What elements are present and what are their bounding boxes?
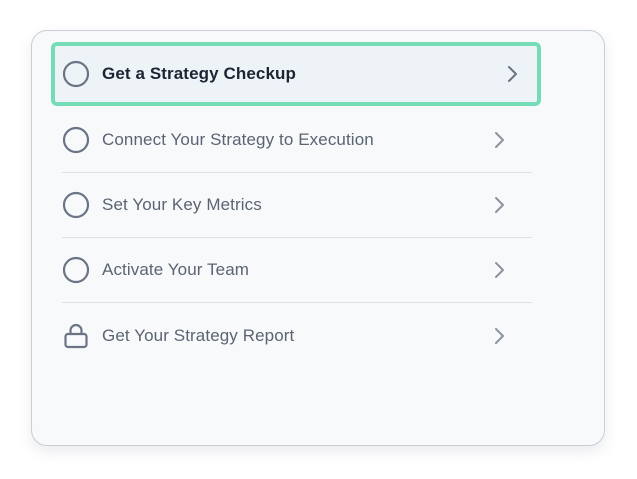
lock-icon bbox=[62, 322, 90, 350]
step-label: Get Your Strategy Report bbox=[102, 325, 295, 345]
step-label: Activate Your Team bbox=[102, 260, 250, 279]
chevron-right-icon bbox=[495, 132, 504, 148]
steps-list: Get a Strategy Checkup Connect Your Stra… bbox=[51, 42, 541, 368]
step-label: Get a Strategy Checkup bbox=[102, 64, 296, 83]
step-connect-strategy[interactable]: Connect Your Strategy to Execution bbox=[62, 108, 532, 173]
circle-icon bbox=[62, 191, 90, 219]
circle-icon bbox=[62, 256, 90, 284]
circle-icon bbox=[62, 60, 90, 88]
step-strategy-checkup[interactable]: Get a Strategy Checkup bbox=[51, 42, 541, 106]
step-strategy-report[interactable]: Get Your Strategy Report bbox=[62, 303, 532, 368]
chevron-right-icon bbox=[508, 66, 517, 82]
circle-icon bbox=[62, 126, 90, 154]
chevron-right-icon bbox=[495, 262, 504, 278]
step-label: Connect Your Strategy to Execution bbox=[102, 130, 374, 149]
chevron-right-icon bbox=[495, 327, 504, 344]
step-label: Set Your Key Metrics bbox=[102, 195, 262, 214]
step-key-metrics[interactable]: Set Your Key Metrics bbox=[62, 173, 532, 238]
chevron-right-icon bbox=[495, 197, 504, 213]
step-activate-team[interactable]: Activate Your Team bbox=[62, 238, 532, 303]
